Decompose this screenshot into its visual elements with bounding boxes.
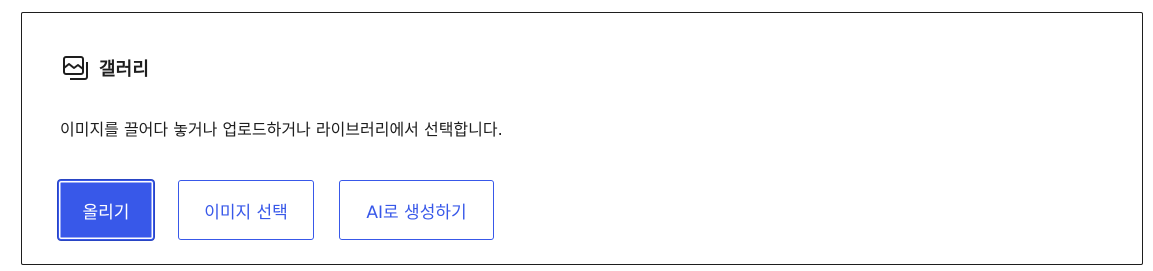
- editor-canvas: 갤러리 이미지를 끌어다 놓거나 업로드하거나 라이브러리에서 선택합니다. 올…: [0, 0, 1153, 271]
- gallery-icon: [62, 55, 90, 81]
- upload-button[interactable]: 올리기: [58, 180, 154, 240]
- placeholder-instructions: 이미지를 끌어다 놓거나 업로드하거나 라이브러리에서 선택합니다.: [60, 120, 503, 139]
- generate-with-ai-button[interactable]: AI로 생성하기: [339, 180, 494, 240]
- placeholder-header: 갤러리: [62, 55, 149, 81]
- media-library-button[interactable]: 이미지 선택: [178, 180, 314, 240]
- block-title: 갤러리: [99, 59, 150, 80]
- gallery-placeholder-block: 갤러리 이미지를 끌어다 놓거나 업로드하거나 라이브러리에서 선택합니다. 올…: [21, 12, 1143, 265]
